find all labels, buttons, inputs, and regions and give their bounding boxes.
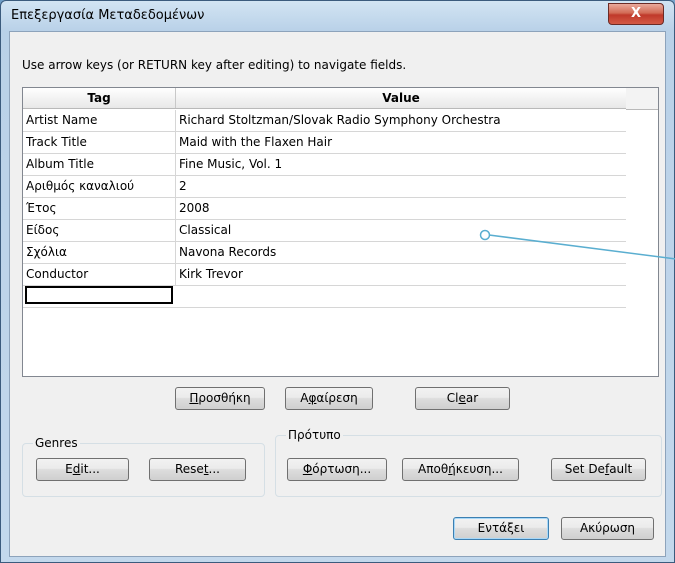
tag-cell[interactable]: Album Title xyxy=(23,154,176,175)
window-title: Επεξεργασία Μεταδεδομένων xyxy=(11,8,205,23)
tag-cell[interactable]: Track Title xyxy=(23,132,176,153)
table-row-new[interactable] xyxy=(23,286,626,308)
table-row[interactable]: Track Title Maid with the Flaxen Hair xyxy=(23,132,626,154)
add-button[interactable]: Προσθήκη xyxy=(175,387,265,410)
close-button[interactable]: X xyxy=(608,3,664,25)
close-icon: X xyxy=(630,6,642,21)
value-cell[interactable]: Maid with the Flaxen Hair xyxy=(176,132,626,153)
metadata-dialog: Επεξεργασία Μεταδεδομένων X Use arrow ke… xyxy=(0,0,675,563)
header-filler xyxy=(626,88,658,110)
value-cell[interactable]: 2008 xyxy=(176,198,626,219)
tag-cell[interactable]: Έτος xyxy=(23,198,176,219)
column-header-tag[interactable]: Tag xyxy=(23,88,176,108)
new-tag-input[interactable] xyxy=(25,286,173,304)
value-cell[interactable]: Fine Music, Vol. 1 xyxy=(176,154,626,175)
tag-cell[interactable]: Artist Name xyxy=(23,110,176,131)
tag-cell[interactable]: Είδος xyxy=(23,220,176,241)
clear-button[interactable]: Clear xyxy=(415,387,510,410)
instruction-text: Use arrow keys (or RETURN key after edit… xyxy=(22,58,407,72)
genres-label: Genres xyxy=(33,436,80,450)
table-row[interactable]: Artist Name Richard Stoltzman/Slovak Rad… xyxy=(23,110,626,132)
new-value-cell[interactable] xyxy=(176,286,626,307)
template-save-button[interactable]: Αποθήκευση... xyxy=(402,458,519,481)
table-row[interactable]: Έτος 2008 xyxy=(23,198,626,220)
genres-edit-button[interactable]: Edit... xyxy=(36,458,129,481)
remove-button[interactable]: Αφαίρεση xyxy=(285,387,373,410)
title-bar[interactable]: Επεξεργασία Μεταδεδομένων X xyxy=(1,1,674,31)
table-header: Tag Value xyxy=(23,88,626,109)
table-row[interactable]: Album Title Fine Music, Vol. 1 xyxy=(23,154,626,176)
tag-cell[interactable]: Conductor xyxy=(23,264,176,285)
value-cell[interactable]: Richard Stoltzman/Slovak Radio Symphony … xyxy=(176,110,626,131)
tag-cell[interactable]: Αριθμός καναλιού xyxy=(23,176,176,197)
column-header-value[interactable]: Value xyxy=(176,88,626,108)
value-cell[interactable]: 2 xyxy=(176,176,626,197)
ok-button[interactable]: Εντάξει xyxy=(453,517,549,540)
tag-cell[interactable]: Σχόλια xyxy=(23,242,176,263)
template-load-button[interactable]: Φόρτωση... xyxy=(287,458,387,481)
annotation-connector xyxy=(479,229,675,260)
set-default-button[interactable]: Set Default xyxy=(551,458,646,481)
template-label: Πρότυπο xyxy=(286,428,343,442)
table-row[interactable]: Αριθμός καναλιού 2 xyxy=(23,176,626,198)
cancel-button[interactable]: Ακύρωση xyxy=(561,517,654,540)
genres-reset-button[interactable]: Reset... xyxy=(149,458,246,481)
